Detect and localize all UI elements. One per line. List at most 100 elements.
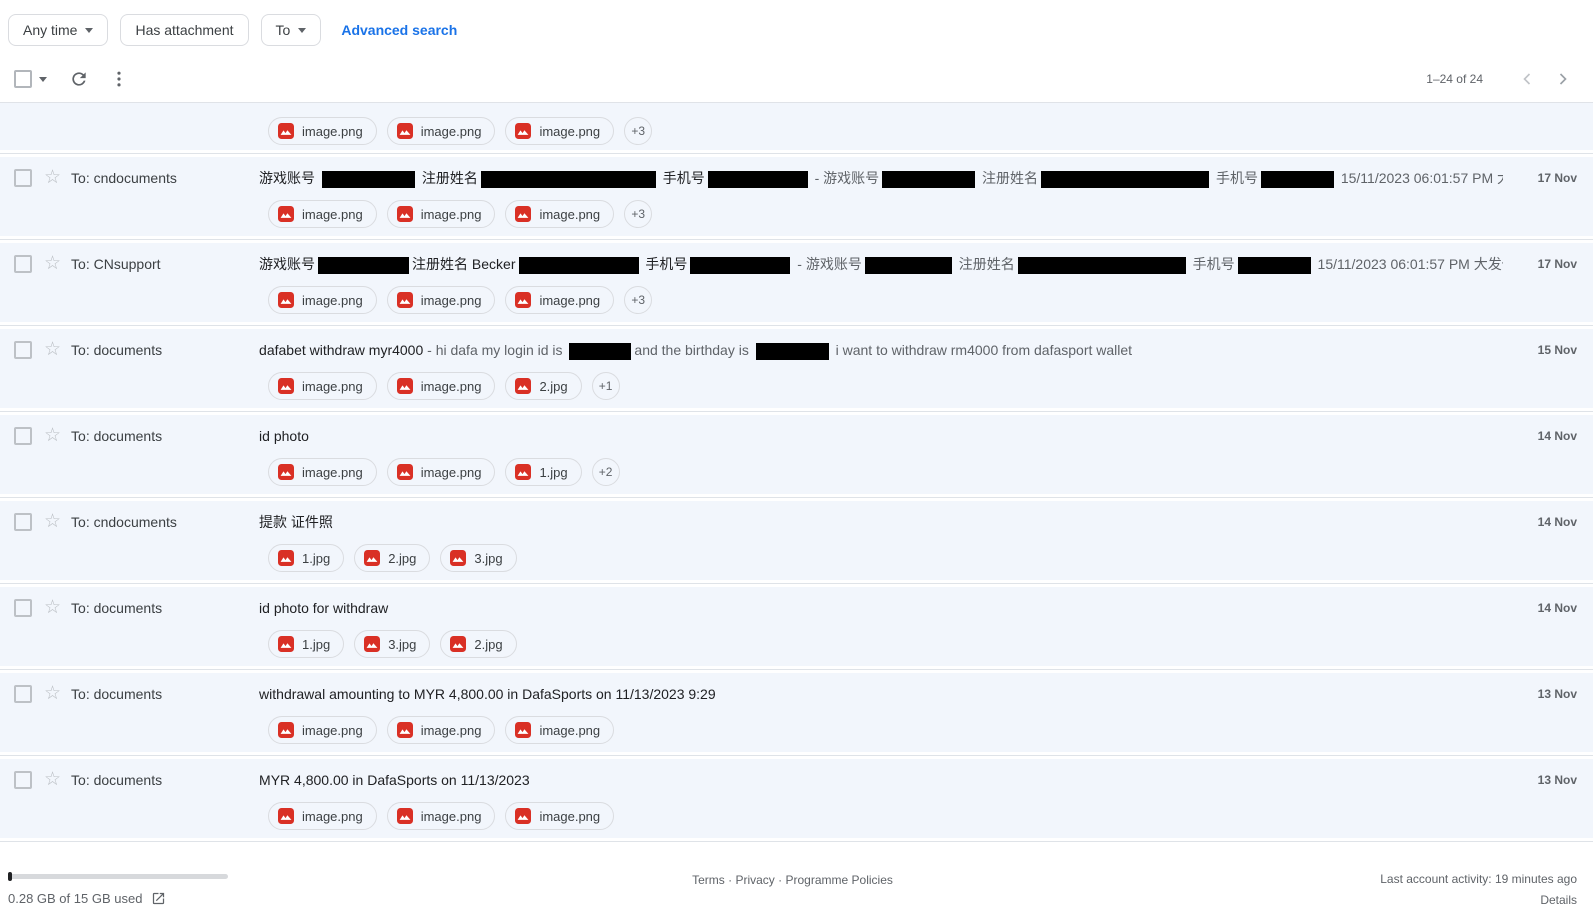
select-all-checkbox[interactable] — [14, 70, 32, 88]
attachment-chip[interactable]: 3.jpg — [354, 630, 430, 658]
more-attachments-chip[interactable]: +1 — [592, 372, 620, 400]
attachment-filename: image.png — [539, 124, 600, 139]
privacy-link[interactable]: Privacy — [735, 873, 774, 887]
select-dropdown-button[interactable] — [32, 62, 54, 96]
attachment-chip[interactable]: image.png — [505, 200, 614, 228]
mail-row-main-line: ☆To: documentswithdrawal amounting to MY… — [0, 681, 1593, 707]
star-icon[interactable]: ☆ — [44, 684, 61, 704]
attachment-filename: image.png — [421, 124, 482, 139]
row-checkbox[interactable] — [14, 685, 32, 703]
attachment-chip[interactable]: 2.jpg — [505, 372, 581, 400]
more-attachments-chip[interactable]: +3 — [624, 117, 652, 145]
terms-link[interactable]: Terms — [692, 873, 725, 887]
mail-row[interactable]: ☆To: documentsdafabet withdraw myr4000 -… — [0, 329, 1593, 408]
newer-page-button[interactable] — [1509, 61, 1545, 97]
row-checkbox[interactable] — [14, 427, 32, 445]
more-options-button[interactable] — [102, 62, 136, 96]
more-attachments-chip[interactable]: +3 — [624, 200, 652, 228]
attachment-chip[interactable]: image.png — [505, 802, 614, 830]
image-attachment-icon — [397, 808, 413, 824]
storage-section: 0.28 GB of 15 GB used — [8, 845, 338, 906]
attachment-chip[interactable]: image.png — [268, 716, 377, 744]
subject-snippet: 游戏账号注册姓名 Becker 手机号 - 游戏账号 注册姓名 手机号 15/1… — [259, 251, 1503, 277]
star-icon[interactable]: ☆ — [44, 512, 61, 532]
older-page-button[interactable] — [1545, 61, 1581, 97]
row-checkbox[interactable] — [14, 341, 32, 359]
account-activity-section: Last account activity: 19 minutes ago De… — [1247, 845, 1577, 907]
attachment-filename: image.png — [421, 809, 482, 824]
mail-row[interactable]: ☆To: CNsupport游戏账号注册姓名 Becker 手机号 - 游戏账号… — [0, 243, 1593, 322]
image-attachment-icon — [278, 808, 294, 824]
attachment-chip[interactable]: image.png — [387, 200, 496, 228]
row-checkbox[interactable] — [14, 599, 32, 617]
snippet-text: 手机号 — [1189, 256, 1235, 272]
mail-row-main-line: ☆To: cndocuments提款 证件照14 Nov — [0, 509, 1593, 535]
attachment-chip[interactable]: image.png — [387, 716, 496, 744]
image-attachment-icon — [278, 206, 294, 222]
attachment-chip[interactable]: image.png — [268, 458, 377, 486]
attachment-chip[interactable]: image.png — [505, 117, 614, 145]
redacted-text — [318, 257, 409, 274]
row-checkbox[interactable] — [14, 255, 32, 273]
advanced-search-link[interactable]: Advanced search — [341, 22, 457, 38]
attachment-chip[interactable]: image.png — [268, 372, 377, 400]
attachment-filename: image.png — [302, 379, 363, 394]
star-icon[interactable]: ☆ — [44, 254, 61, 274]
attachment-chip[interactable]: image.png — [268, 286, 377, 314]
image-attachment-icon — [278, 292, 294, 308]
programme-policies-link[interactable]: Programme Policies — [786, 873, 893, 887]
attachment-chip[interactable]: image.png — [387, 286, 496, 314]
row-checkbox[interactable] — [14, 771, 32, 789]
star-icon[interactable]: ☆ — [44, 340, 61, 360]
mail-row[interactable]: ☆To: documentsMYR 4,800.00 in DafaSports… — [0, 759, 1593, 838]
attachment-chip[interactable]: 1.jpg — [268, 630, 344, 658]
attachment-chip[interactable]: image.png — [505, 286, 614, 314]
filter-has-attachment[interactable]: Has attachment — [120, 14, 248, 46]
filter-to[interactable]: To — [261, 14, 322, 46]
attachment-chip[interactable]: image.png — [268, 117, 377, 145]
star-icon[interactable]: ☆ — [44, 770, 61, 790]
attachment-filename: image.png — [302, 293, 363, 308]
mail-row[interactable]: ☆To: documentsid photo14 Novimage.pngima… — [0, 415, 1593, 494]
more-attachments-chip[interactable]: +3 — [624, 286, 652, 314]
email-list: image.pngimage.pngimage.png+3☆To: cndocu… — [0, 102, 1593, 845]
details-link[interactable]: Details — [1247, 893, 1577, 907]
row-checkbox[interactable] — [14, 169, 32, 187]
attachment-chip[interactable]: image.png — [268, 200, 377, 228]
star-icon[interactable]: ☆ — [44, 426, 61, 446]
subject-text: 手机号 — [642, 256, 688, 272]
mail-row[interactable]: ☆To: documentswithdrawal amounting to MY… — [0, 673, 1593, 752]
star-icon[interactable]: ☆ — [44, 598, 61, 618]
attachment-chip[interactable]: image.png — [387, 117, 496, 145]
mail-row[interactable]: ☆To: documentsid photo for withdraw14 No… — [0, 587, 1593, 666]
refresh-button[interactable] — [62, 62, 96, 96]
attachment-chip[interactable]: 1.jpg — [268, 544, 344, 572]
attachment-chip[interactable]: image.png — [505, 716, 614, 744]
recipient-label: To: documents — [71, 428, 259, 444]
attachment-chip[interactable]: image.png — [387, 458, 496, 486]
attachment-chip[interactable]: image.png — [387, 372, 496, 400]
chevron-down-icon — [85, 28, 93, 33]
attachment-chip[interactable]: 1.jpg — [505, 458, 581, 486]
filter-any-time[interactable]: Any time — [8, 14, 108, 46]
attachment-filename: 2.jpg — [388, 551, 416, 566]
image-attachment-icon — [450, 550, 466, 566]
open-in-new-icon[interactable] — [151, 891, 166, 906]
last-activity-label: Last account activity: 19 minutes ago — [1247, 872, 1577, 886]
attachment-chip[interactable]: image.png — [387, 802, 496, 830]
attachment-chip[interactable]: 3.jpg — [440, 544, 516, 572]
attachment-chip[interactable]: 2.jpg — [354, 544, 430, 572]
star-icon[interactable]: ☆ — [44, 168, 61, 188]
row-checkbox[interactable] — [14, 513, 32, 531]
mail-row[interactable]: ☆To: cndocuments提款 证件照14 Nov 1.jpg 2.jpg 3.… — [0, 501, 1593, 580]
image-attachment-icon — [278, 636, 294, 652]
more-attachments-chip[interactable]: +2 — [592, 458, 620, 486]
row-divider — [0, 150, 1593, 157]
redacted-text — [1041, 171, 1209, 188]
snippet-text: 注册姓名 — [955, 256, 1015, 272]
attachment-chip[interactable]: 2.jpg — [440, 630, 516, 658]
attachment-chips: image.png image.png 1.jpg +2 — [268, 458, 1593, 486]
mail-row[interactable]: ☆To: cndocuments游戏账号 注册姓名 手机号 - 游戏账号 注册姓… — [0, 157, 1593, 236]
mail-row[interactable]: image.png image.png image.png +3 — [0, 103, 1593, 150]
attachment-chip[interactable]: image.png — [268, 802, 377, 830]
